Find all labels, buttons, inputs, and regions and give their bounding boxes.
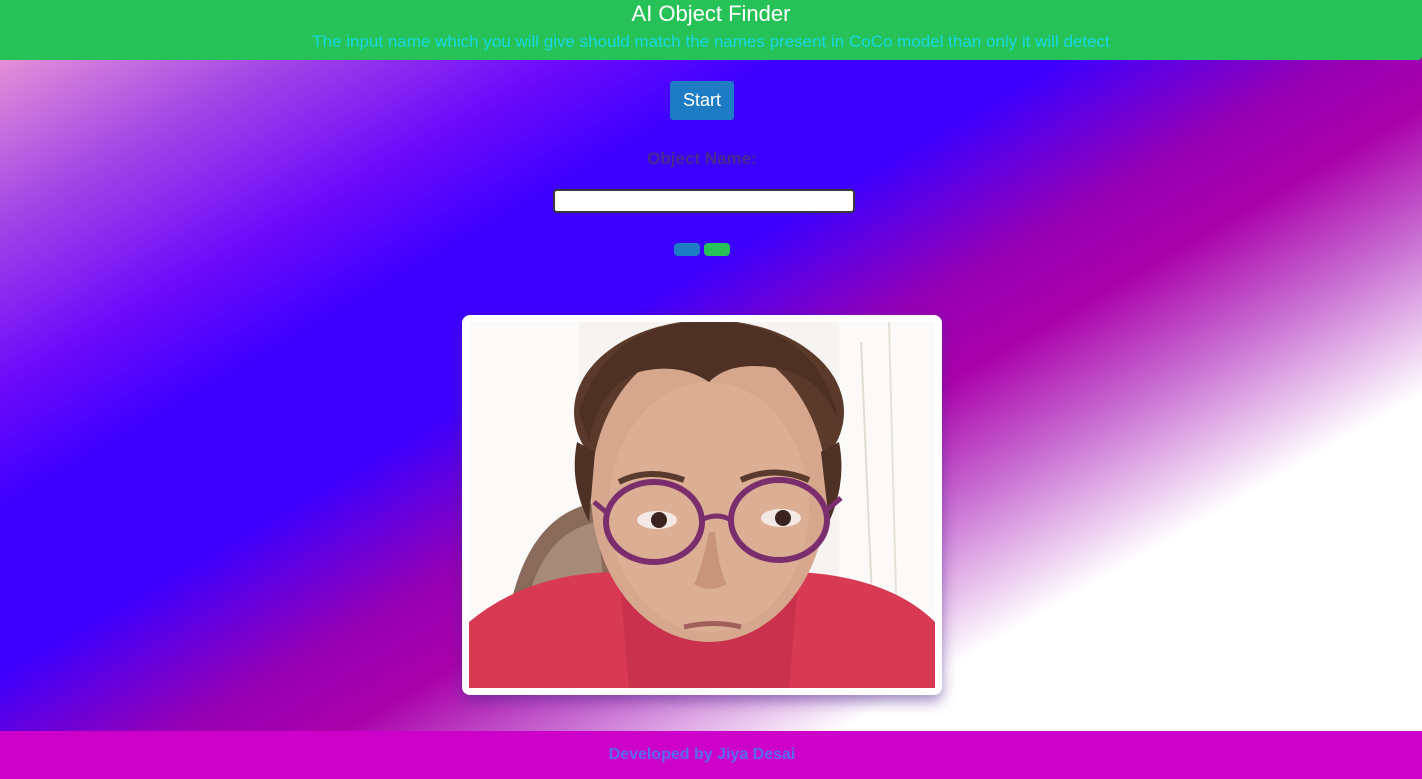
object-name-label: Object Name:: [647, 149, 757, 168]
webcam-video: [469, 322, 935, 688]
webcam-feed-image: [469, 322, 935, 688]
page-subtitle: The input name which you will give shoul…: [312, 32, 1110, 51]
blue-action-button[interactable]: [674, 243, 700, 256]
app-header: AI Object Finder The input name which yo…: [0, 0, 1422, 60]
start-button[interactable]: Start: [670, 81, 734, 120]
page-footer: Developed by Jiya Desai: [0, 731, 1422, 779]
video-card: [462, 315, 942, 695]
object-name-input[interactable]: [553, 189, 855, 213]
developer-credit: Developed by Jiya Desai: [608, 746, 796, 763]
green-action-button[interactable]: [704, 243, 730, 256]
page-title: AI Object Finder: [631, 1, 791, 26]
